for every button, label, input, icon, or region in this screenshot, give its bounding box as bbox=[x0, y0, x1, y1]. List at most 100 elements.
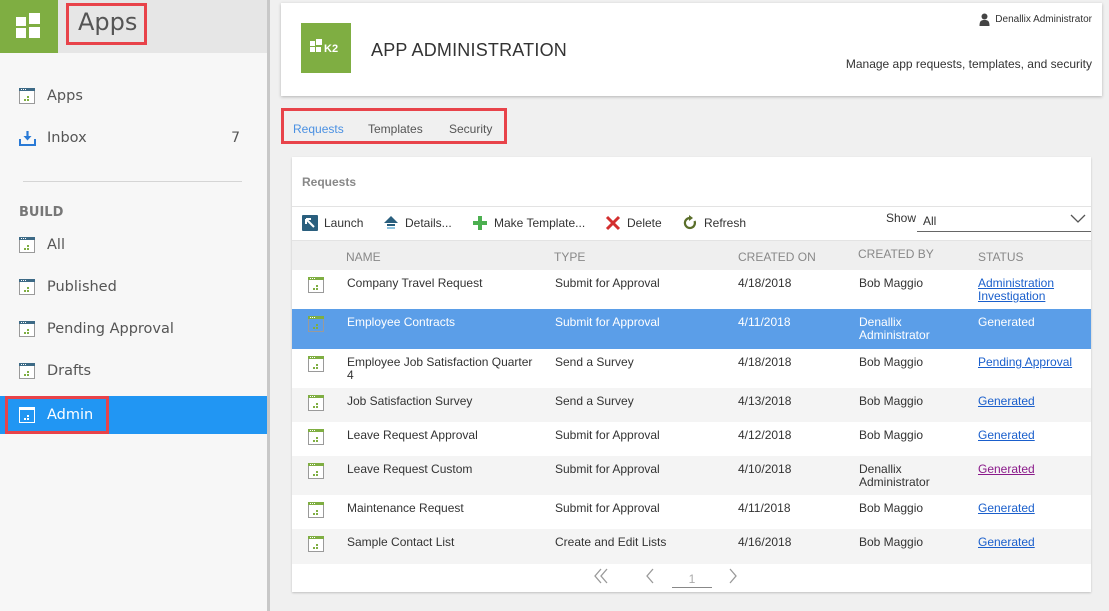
sidebar-splitter[interactable] bbox=[267, 0, 270, 611]
sidebar-item-drafts[interactable]: Drafts bbox=[0, 352, 267, 390]
cell-created-by: Bob Maggio bbox=[859, 535, 924, 549]
cell-name: Leave Request Custom bbox=[347, 462, 473, 476]
cell-status-link[interactable]: Generated bbox=[978, 536, 1074, 549]
launch-label: Launch bbox=[324, 216, 364, 230]
sidebar-item-label: All bbox=[47, 237, 65, 253]
page-number-input[interactable]: 1 bbox=[672, 568, 712, 588]
app-icon bbox=[19, 237, 35, 253]
delete-button[interactable]: Delete bbox=[605, 215, 662, 231]
panel-title: Requests bbox=[302, 175, 357, 189]
sidebar-item-label: Published bbox=[47, 279, 117, 295]
user-icon bbox=[979, 13, 990, 26]
cell-status-link[interactable]: Generated bbox=[978, 463, 1074, 476]
cell-created-on: 4/11/2018 bbox=[738, 315, 791, 329]
cell-type: Submit for Approval bbox=[555, 315, 660, 329]
sidebar-item-label: Inbox bbox=[47, 130, 87, 146]
cell-created-by: Denallix Administrator bbox=[859, 462, 930, 489]
refresh-label: Refresh bbox=[704, 216, 747, 230]
launch-button[interactable]: Launch bbox=[302, 215, 363, 231]
tab-bar: Requests Templates Security bbox=[281, 108, 507, 144]
table-row[interactable]: Job Satisfaction Survey Send a Survey 4/13… bbox=[292, 388, 1091, 422]
tab-templates[interactable]: Templates bbox=[368, 122, 423, 136]
page-title: APP ADMINISTRATION bbox=[371, 40, 567, 60]
make-template-button[interactable]: Make Template... bbox=[472, 215, 585, 231]
sidebar-header: Apps bbox=[0, 0, 267, 53]
table-row[interactable]: Employee Contracts Submit for Approval 4/1… bbox=[292, 309, 1091, 349]
column-header-name[interactable]: NAME bbox=[346, 250, 381, 264]
cell-type: Submit for Approval bbox=[555, 428, 660, 442]
cell-created-on: 4/18/2018 bbox=[738, 355, 792, 369]
table-row[interactable]: Employee Job Satisfaction Quarter 4 Send … bbox=[292, 349, 1091, 388]
apps-grid-icon[interactable] bbox=[0, 0, 58, 53]
header-card: K2 APP ADMINISTRATION Denallix Administr… bbox=[281, 3, 1102, 96]
cell-created-by: Bob Maggio bbox=[859, 501, 924, 515]
cell-created-by: Bob Maggio bbox=[859, 394, 924, 408]
pager: 1 bbox=[292, 564, 1091, 592]
show-filter-select[interactable]: All bbox=[917, 209, 1091, 232]
column-header-created-by[interactable]: CREATED BY bbox=[858, 247, 934, 261]
tab-requests[interactable]: Requests bbox=[293, 122, 344, 136]
cell-name: Employee Contracts bbox=[347, 315, 456, 329]
details-icon bbox=[384, 216, 398, 229]
app-icon bbox=[19, 88, 35, 104]
sidebar-item-published[interactable]: Published bbox=[0, 268, 267, 306]
make-template-label: Make Template... bbox=[494, 216, 586, 230]
cell-created-on: 4/11/2018 bbox=[738, 501, 791, 515]
cell-status-link[interactable]: Administration Investigation bbox=[978, 277, 1074, 303]
prev-page-icon[interactable] bbox=[644, 568, 656, 584]
column-header-type[interactable]: TYPE bbox=[554, 250, 585, 264]
user-menu[interactable]: Denallix Administrator bbox=[979, 13, 1092, 26]
table-row[interactable]: Leave Request Custom Submit for Approval 4… bbox=[292, 456, 1091, 495]
app-icon bbox=[308, 356, 324, 372]
cell-type: Send a Survey bbox=[555, 355, 634, 369]
sidebar-item-apps[interactable]: Apps bbox=[0, 77, 267, 115]
logo-text: K2 bbox=[324, 43, 339, 55]
show-label: Show bbox=[886, 211, 917, 225]
cell-name: Employee Job Satisfaction Quarter 4 bbox=[347, 355, 533, 382]
cell-type: Submit for Approval bbox=[555, 462, 660, 476]
app-icon bbox=[19, 363, 35, 379]
sidebar-item-inbox[interactable]: Inbox 7 bbox=[0, 119, 267, 157]
cell-created-by: Denallix Administrator bbox=[859, 315, 930, 342]
cell-created-on: 4/16/2018 bbox=[738, 535, 792, 549]
first-page-icon[interactable] bbox=[592, 568, 612, 584]
cell-name: Sample Contact List bbox=[347, 535, 455, 549]
sidebar-item-label: Pending Approval bbox=[47, 321, 174, 337]
cell-name: Leave Request Approval bbox=[347, 428, 478, 442]
chevron-down-icon bbox=[1070, 214, 1086, 223]
cell-status-link[interactable]: Generated bbox=[978, 502, 1074, 515]
sidebar-title: Apps bbox=[66, 3, 147, 45]
cell-created-by: Bob Maggio bbox=[859, 355, 924, 369]
next-page-icon[interactable] bbox=[727, 568, 739, 584]
highlight-box bbox=[5, 396, 109, 434]
refresh-button[interactable]: Refresh bbox=[682, 215, 746, 231]
cell-status-link[interactable]: Pending Approval bbox=[978, 356, 1074, 369]
sidebar-item-pending-approval[interactable]: Pending Approval bbox=[0, 310, 267, 348]
sidebar-item-all[interactable]: All bbox=[0, 226, 267, 264]
cell-created-on: 4/18/2018 bbox=[738, 276, 792, 290]
table-row[interactable]: Maintenance Request Submit for Approval 4/… bbox=[292, 495, 1091, 529]
cell-created-on: 4/12/2018 bbox=[738, 428, 792, 442]
launch-icon bbox=[302, 215, 318, 231]
app-icon bbox=[308, 502, 324, 518]
app-icon bbox=[308, 316, 324, 332]
table-row[interactable]: Company Travel Request Submit for Approva… bbox=[292, 270, 1091, 309]
details-button[interactable]: Details... bbox=[383, 215, 452, 231]
cell-status-link[interactable]: Generated bbox=[978, 429, 1074, 442]
column-header-created-on[interactable]: CREATED ON bbox=[738, 250, 816, 264]
column-header-status[interactable]: STATUS bbox=[978, 250, 1024, 264]
app-icon bbox=[19, 279, 35, 295]
inbox-count: 7 bbox=[231, 130, 240, 146]
tab-security[interactable]: Security bbox=[449, 122, 492, 136]
requests-panel: Requests Launch Details... Make Template… bbox=[292, 157, 1091, 592]
sidebar-divider bbox=[23, 181, 242, 182]
cell-type: Submit for Approval bbox=[555, 501, 660, 515]
table-row[interactable]: Sample Contact List Create and Edit Lists… bbox=[292, 529, 1091, 564]
cell-type: Submit for Approval bbox=[555, 276, 660, 290]
sidebar-item-label: Drafts bbox=[47, 363, 92, 379]
show-filter-value: All bbox=[923, 214, 937, 228]
k2-logo: K2 bbox=[301, 23, 351, 73]
table-header: NAME TYPE CREATED ON CREATED BY STATUS bbox=[292, 241, 1091, 270]
table-row[interactable]: Leave Request Approval Submit for Approva… bbox=[292, 422, 1091, 456]
cell-status-link[interactable]: Generated bbox=[978, 395, 1074, 408]
